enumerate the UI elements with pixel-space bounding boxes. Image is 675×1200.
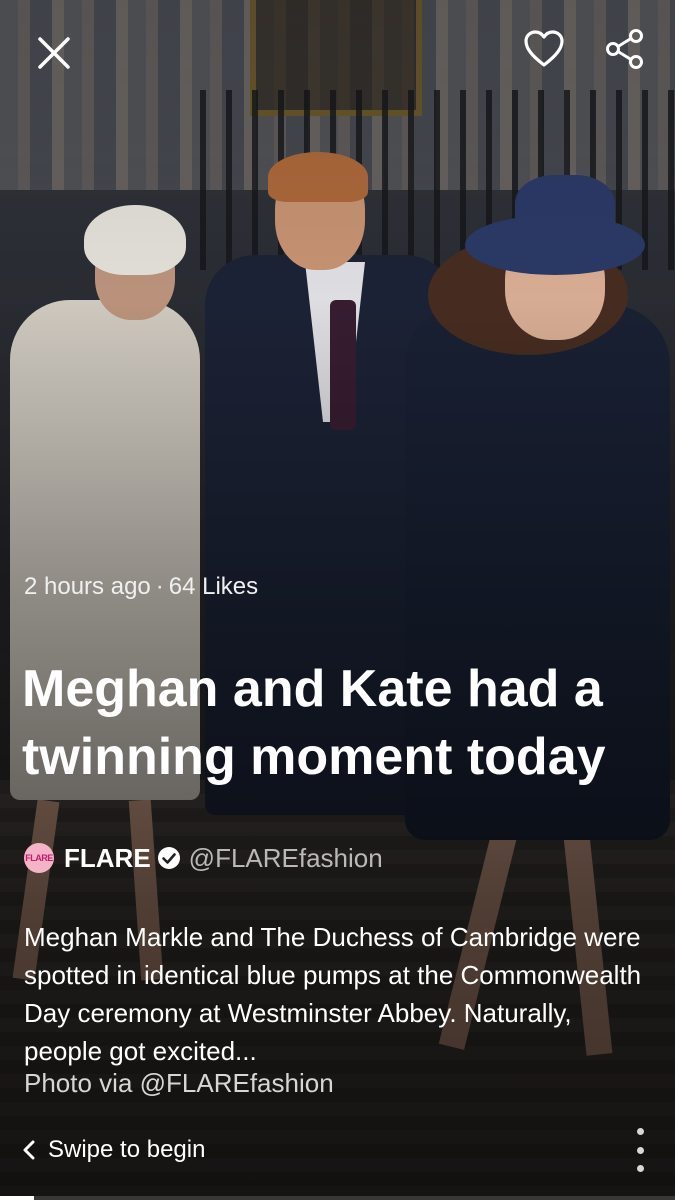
share-button[interactable] [598, 22, 652, 76]
meta-separator: · [155, 573, 164, 600]
close-icon [38, 37, 70, 69]
photo-credit: Photo via @FLAREfashion [24, 1068, 334, 1098]
more-vertical-icon-dot [636, 1146, 644, 1154]
verified-badge-icon [157, 847, 180, 869]
source-logo-text: FLARE [25, 853, 53, 863]
chevron-left-icon [23, 1140, 35, 1160]
close-button[interactable] [27, 26, 81, 80]
story-progress-fill [0, 1196, 34, 1200]
story-title: Meghan and Kate had a twinning moment to… [22, 660, 606, 786]
source-row[interactable]: FLARE FLARE @FLAREfashion [24, 840, 383, 876]
heart-icon [524, 30, 564, 67]
more-vertical-icon-dot [636, 1128, 644, 1135]
story-meta: 2 hours ago · 64 Likes [24, 573, 258, 601]
source-logo[interactable]: FLARE [24, 843, 54, 873]
source-handle[interactable]: @FLAREfashion [189, 843, 383, 874]
share-icon [606, 29, 643, 69]
like-button[interactable] [517, 22, 571, 76]
swipe-label: Swipe to begin [48, 1136, 206, 1163]
swipe-to-begin-button[interactable]: Swipe to begin [22, 1136, 205, 1164]
more-options-button[interactable] [628, 1128, 652, 1172]
story-progress-bar [0, 1196, 675, 1200]
more-vertical-icon-dot [636, 1165, 644, 1172]
story-body: Meghan Markle and The Duchess of Cambrid… [24, 922, 642, 1066]
story-likes: 64 Likes [168, 573, 259, 600]
source-name[interactable]: FLARE [64, 843, 151, 874]
story-time: 2 hours ago [24, 573, 151, 600]
